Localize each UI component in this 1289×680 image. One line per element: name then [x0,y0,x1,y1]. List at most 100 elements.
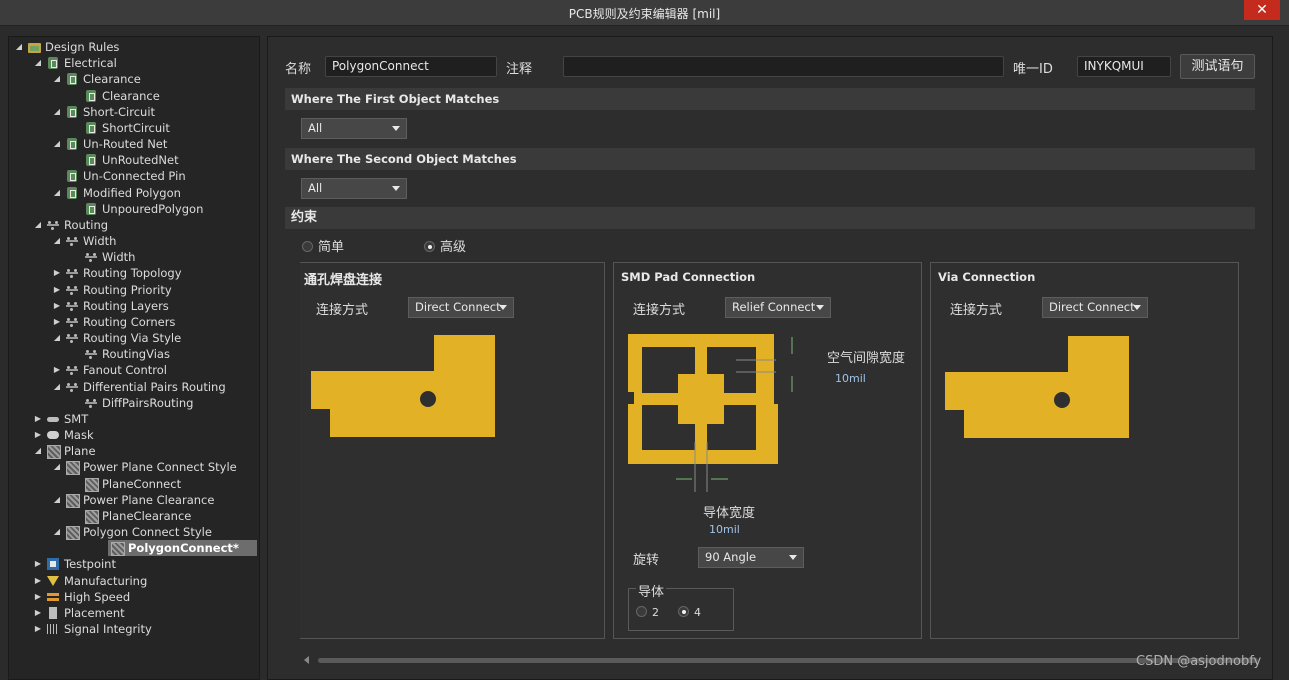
scrollbar-thumb[interactable] [318,658,1258,663]
expand-down-icon[interactable]: ◢ [51,524,63,540]
expand-right-icon[interactable]: ▶ [32,573,44,589]
tree-item[interactable]: ◢ Routing [32,217,108,233]
folder-icon [27,40,41,54]
tree-item[interactable]: ▶ Testpoint [32,556,116,572]
close-button[interactable]: ✕ [1244,0,1280,20]
expand-right-icon[interactable]: ▶ [51,265,63,281]
smt-icon [46,412,60,426]
tree-item[interactable]: UnpouredPolygon [70,201,203,217]
tree-item[interactable]: ◢ Polygon Connect Style [51,524,212,541]
tree-item[interactable]: ◢ Power Plane Connect Style [51,459,237,476]
tree-item[interactable]: ◢ Design Rules [13,39,119,55]
tree-item[interactable]: ◢ Power Plane Clearance [51,492,214,508]
first-object-select[interactable]: All [301,118,407,139]
unique-id-input[interactable]: INYKQMUI [1077,56,1171,77]
expand-down-icon[interactable]: ◢ [51,492,63,508]
tree-item[interactable]: Width [70,249,135,265]
tree-item[interactable]: ▶ Fanout Control [51,362,167,378]
placement-icon [46,606,60,620]
tree-item[interactable]: ◢ Un-Routed Net [51,136,167,152]
expand-right-icon[interactable]: ▶ [51,282,63,298]
th-connect-style-label: 连接方式 [316,303,369,318]
mode-simple-radio[interactable]: 简单 [302,236,344,255]
tree-item[interactable]: ▶ Routing Corners [51,314,176,330]
tree-item[interactable]: ◢ Clearance [51,71,141,87]
tree-item[interactable]: ▶ Manufacturing [32,573,147,589]
expand-right-icon[interactable]: ▶ [32,556,44,572]
tree-item-label: Un-Routed Net [83,137,168,152]
rule-icon [84,121,98,135]
expand-down-icon[interactable]: ◢ [51,330,63,346]
mode-advanced-radio[interactable]: 高级 [424,236,466,255]
expand-down-icon[interactable]: ◢ [51,185,63,201]
tree-item[interactable]: Clearance [70,88,160,104]
tree-item-label: Width [83,234,117,249]
tree-item[interactable]: ◢ Width [51,233,117,249]
tree-item[interactable]: ◢ Differential Pairs Routing [51,379,226,395]
tree-item-label: Plane [64,444,96,459]
expand-right-icon[interactable]: ▶ [51,314,63,330]
air-gap-width-value[interactable]: 10mil [835,372,866,385]
expand-right-icon[interactable]: ▶ [32,621,44,637]
tree-item[interactable]: RoutingVias [70,346,170,362]
tree-item[interactable]: ◢ Routing Via Style [51,330,181,346]
expand-down-icon[interactable]: ◢ [13,39,25,55]
expand-down-icon[interactable]: ◢ [51,136,63,152]
scroll-left-icon[interactable] [304,656,309,664]
expand-down-icon[interactable]: ◢ [32,55,44,71]
expand-down-icon[interactable]: ◢ [51,71,63,87]
th-connect-style-select[interactable]: Direct Connect [408,297,514,318]
tree-item[interactable]: ▶ Placement [32,605,125,621]
tree-item[interactable]: ShortCircuit [70,120,170,136]
expand-right-icon[interactable]: ▶ [51,298,63,314]
horizontal-scrollbar[interactable] [300,654,1260,666]
tree-item[interactable]: ▶ High Speed [32,589,130,605]
name-input[interactable]: PolygonConnect [325,56,497,77]
tree-item-label: Clearance [83,72,141,87]
expand-right-icon[interactable]: ▶ [32,589,44,605]
tree-item[interactable]: ▶ SMT [32,411,88,427]
expand-down-icon[interactable]: ◢ [32,443,44,459]
tree-item[interactable]: ◢ Electrical [32,55,117,71]
expand-right-icon[interactable]: ▶ [51,362,63,378]
tree-item[interactable]: PlaneClearance [70,508,191,524]
tree-item[interactable]: ▶ Routing Priority [51,282,172,298]
conductors-4-radio[interactable]: 4 [678,606,701,622]
comment-input[interactable] [563,56,1004,77]
via-connect-style-select[interactable]: Direct Connect [1042,297,1148,318]
expand-down-icon[interactable]: ◢ [51,379,63,395]
conductor-width-value[interactable]: 10mil [709,523,740,536]
second-object-select[interactable]: All [301,178,407,199]
tree-item[interactable]: PolygonConnect* [108,540,257,557]
rotation-select[interactable]: 90 Angle [698,547,804,568]
tree-item-label: Routing Topology [83,266,182,281]
expand-right-icon[interactable]: ▶ [32,605,44,621]
radio-simple-dot [302,241,313,252]
rule-icon [84,153,98,167]
expand-right-icon[interactable]: ▶ [32,411,44,427]
tree-item[interactable]: UnRoutedNet [70,152,179,168]
window-title: PCB规则及约束编辑器 [mil] [568,7,721,21]
expand-down-icon[interactable]: ◢ [51,233,63,249]
expand-down-icon[interactable]: ◢ [32,217,44,233]
tree-item[interactable]: DiffPairsRouting [70,395,193,411]
tree-item[interactable]: ▶ Mask [32,427,94,443]
tree-item[interactable]: ▶ Routing Topology [51,265,182,281]
tree-item[interactable]: PlaneConnect [70,476,181,492]
smd-spoke-top [695,347,707,374]
tree-item[interactable]: ◢ Modified Polygon [51,185,181,201]
conductors-2-radio[interactable]: 2 [636,606,659,622]
expand-down-icon[interactable]: ◢ [51,104,63,120]
tree-item[interactable]: Un-Connected Pin [51,168,186,184]
tree-item[interactable]: ◢ Plane [32,443,96,460]
tree-item[interactable]: ▶ Signal Integrity [32,621,152,637]
expand-right-icon[interactable]: ▶ [32,427,44,443]
tree-item[interactable]: ◢ Short-Circuit [51,104,155,120]
smd-connect-style-select[interactable]: Relief Connect [725,297,831,318]
signal-integrity-icon [46,622,60,636]
route-icon [84,250,98,264]
expand-down-icon[interactable]: ◢ [51,459,63,475]
test-query-button[interactable]: 测试语句 [1180,54,1255,79]
tree-item[interactable]: ▶ Routing Layers [51,298,169,314]
th-direct-connect-diagram [311,335,495,437]
